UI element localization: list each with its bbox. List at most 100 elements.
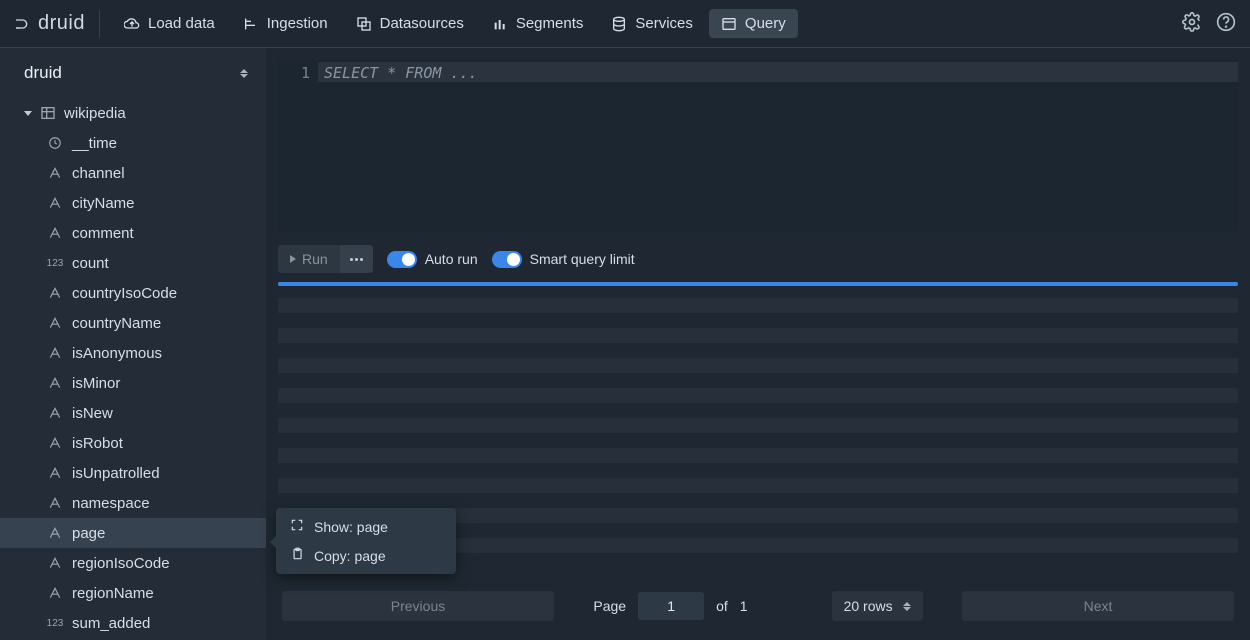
text-icon (46, 316, 64, 330)
database-icon (611, 16, 627, 32)
column-item[interactable]: comment (0, 218, 266, 248)
editor-textarea[interactable]: SELECT * FROM ... (318, 60, 1238, 232)
schema-selector[interactable]: druid (0, 48, 266, 98)
rows-per-page-select[interactable]: 20 rows (832, 591, 923, 621)
total-pages: 1 (740, 598, 748, 614)
brand-logo[interactable]: druid (14, 10, 100, 38)
next-label: Next (1084, 598, 1113, 614)
column-item[interactable]: page (0, 518, 266, 548)
clipboard-icon (290, 547, 304, 564)
column-item[interactable]: 123count (0, 248, 266, 278)
brand-name: druid (38, 12, 85, 35)
schema-sidebar: druid wikipedia __timechannelcityName com… (0, 48, 266, 640)
column-item[interactable]: regionIsoCode (0, 548, 266, 578)
schema-tree: wikipedia __timechannelcityName comment 12… (0, 98, 266, 640)
nav-load-data[interactable]: Load data (112, 9, 227, 38)
results-row (278, 403, 1238, 418)
column-item[interactable]: 123 sum_added (0, 608, 266, 638)
column-item[interactable]: cityName (0, 188, 266, 218)
column-item[interactable]: countryIsoCode (0, 278, 266, 308)
text-icon (46, 556, 64, 570)
column-context-menu: Show: page Copy: page (276, 508, 456, 574)
column-item[interactable]: isUnpatrolled (0, 458, 266, 488)
gantt-icon (243, 16, 259, 32)
previous-page-button[interactable]: Previous (282, 591, 554, 621)
run-options-button[interactable] (340, 245, 373, 273)
previous-label: Previous (391, 598, 445, 614)
multi-table-icon (356, 16, 372, 32)
app-header: druid Load data Ingestion Datasources Se… (0, 0, 1250, 48)
upload-icon (124, 16, 140, 32)
help-icon[interactable] (1216, 12, 1236, 35)
column-label: namespace (72, 495, 150, 512)
nav-services[interactable]: Services (599, 9, 705, 38)
number-icon: 123 (46, 618, 64, 629)
application-icon (721, 16, 737, 32)
column-item[interactable]: isNew (0, 398, 266, 428)
nav-datasources[interactable]: Datasources (344, 9, 476, 38)
nav-ingestion[interactable]: Ingestion (231, 9, 340, 38)
nav-label: Load data (148, 15, 215, 32)
context-copy-column[interactable]: Copy: page (276, 541, 456, 570)
column-label: sum_added (72, 615, 150, 632)
table-icon (40, 105, 56, 121)
column-label: isUnpatrolled (72, 465, 160, 482)
sql-editor[interactable]: 1 SELECT * FROM ... (278, 60, 1238, 232)
text-icon (46, 526, 64, 540)
bars-icon (492, 16, 508, 32)
column-item[interactable]: __time (0, 128, 266, 158)
column-label: regionIsoCode (72, 555, 170, 572)
column-label: comment (72, 225, 134, 242)
nav-label: Services (635, 15, 693, 32)
column-label: isNew (72, 405, 113, 422)
next-page-button[interactable]: Next (962, 591, 1234, 621)
text-icon (46, 346, 64, 360)
page-input[interactable] (638, 592, 704, 620)
column-label: regionName (72, 585, 154, 602)
datasource-node[interactable]: wikipedia (0, 98, 266, 128)
nav-label: Segments (516, 15, 584, 32)
text-icon (46, 286, 64, 300)
column-item[interactable]: namespace (0, 488, 266, 518)
clock-icon (46, 136, 64, 150)
column-label: isAnonymous (72, 345, 162, 362)
column-item[interactable]: isAnonymous (0, 338, 266, 368)
results-row (278, 418, 1238, 433)
results-row (278, 463, 1238, 478)
schema-name: druid (24, 63, 62, 83)
text-icon (46, 376, 64, 390)
results-pager: Previous Page of 1 20 rows Next (278, 584, 1238, 628)
nav-segments[interactable]: Segments (480, 9, 596, 38)
text-icon (46, 196, 64, 210)
results-row (278, 298, 1238, 313)
play-icon (290, 255, 296, 263)
results-row (278, 448, 1238, 463)
nav-label: Query (745, 15, 786, 32)
column-item[interactable]: isRobot (0, 428, 266, 458)
caret-down-icon (24, 111, 32, 116)
nav-query[interactable]: Query (709, 9, 798, 38)
column-label: isMinor (72, 375, 120, 392)
context-show-column[interactable]: Show: page (276, 512, 456, 541)
column-item[interactable]: countryName (0, 308, 266, 338)
auto-run-toggle[interactable] (387, 251, 417, 268)
auto-run-label: Auto run (425, 251, 478, 267)
number-icon: 123 (46, 258, 64, 269)
column-label: countryName (72, 315, 161, 332)
nav-label: Datasources (380, 15, 464, 32)
context-item-label: Show: page (314, 519, 388, 535)
results-row (278, 388, 1238, 403)
column-label: page (72, 525, 105, 542)
page-label: Page (593, 598, 626, 614)
query-progress-bar (278, 282, 1238, 286)
text-icon (46, 496, 64, 510)
settings-icon[interactable] (1182, 12, 1202, 35)
druid-logo-icon (14, 16, 30, 32)
column-item[interactable]: channel (0, 158, 266, 188)
results-row (278, 343, 1238, 358)
text-icon (46, 466, 64, 480)
run-button[interactable]: Run (278, 245, 340, 273)
column-item[interactable]: isMinor (0, 368, 266, 398)
smart-limit-toggle[interactable] (492, 251, 522, 268)
column-item[interactable]: regionName (0, 578, 266, 608)
